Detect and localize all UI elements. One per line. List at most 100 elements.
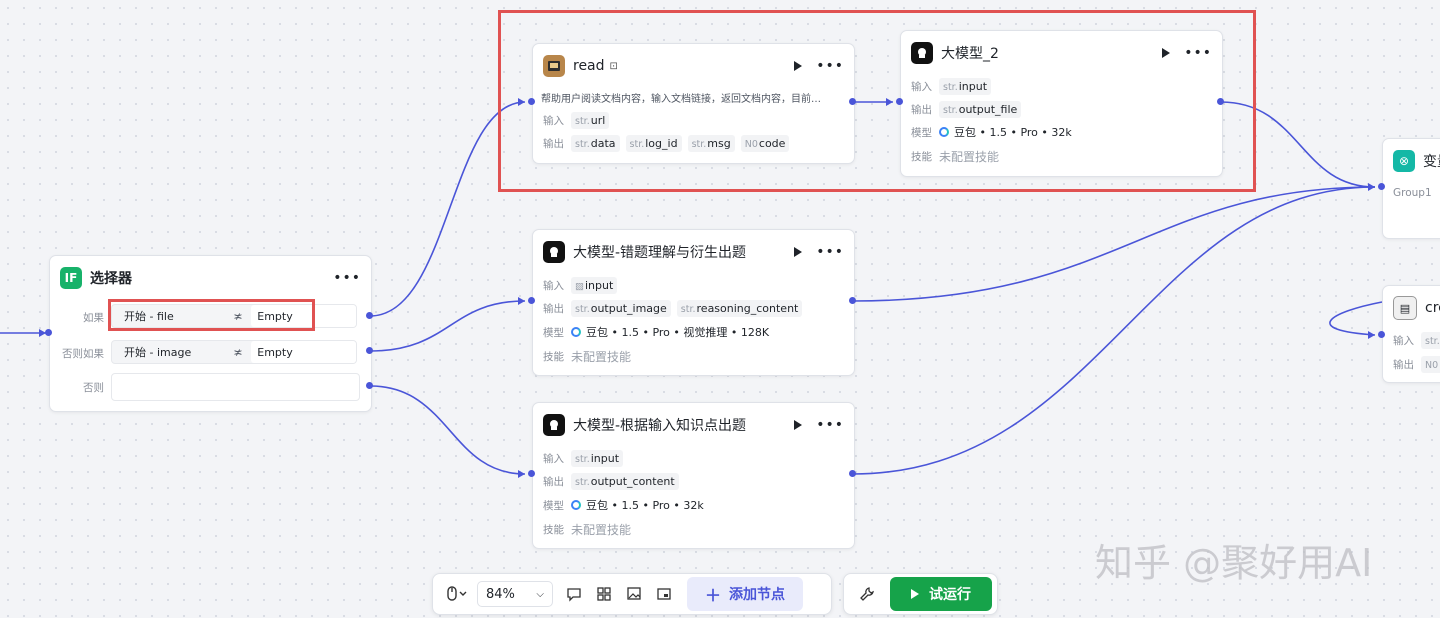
read-input-row: 输入 str.url [543,110,615,130]
cre-input-row: 输入 str. [1393,330,1440,350]
else-label: 否则 [83,382,104,394]
mouse-mode-button[interactable] [439,579,475,609]
condition-elseif[interactable]: 开始 - image ≭ Empty [111,340,357,364]
condition-else[interactable] [111,373,360,401]
not-equal-icon: ≭ [233,309,243,323]
play-icon[interactable] [1162,48,1171,58]
play-icon[interactable] [794,61,803,71]
else-output-port[interactable] [366,382,373,389]
play-icon[interactable] [794,420,803,430]
output-chip: str.output_image [571,299,671,317]
comment-button[interactable] [559,579,589,609]
model-label: 模型 [543,326,564,339]
add-node-button[interactable]: ＋ 添加节点 [687,577,803,611]
llm2-input-row: 输入 str.input [911,76,997,96]
plugin-badge-icon: ⊡ [609,60,618,72]
arrow-variable [1368,183,1375,191]
more-icon[interactable]: ••• [816,59,844,73]
model-value: 豆包 • 1.5 • Pro • 32k [954,126,1072,139]
output-chip: str.reasoning_content [676,299,803,317]
selector-node[interactable]: IF 选择器 ••• 如果 开始 - file ≭ Empty 否则如果 开始 … [49,255,372,412]
output-label: 输出 [911,103,932,116]
llm2-skill-row: 技能 未配置技能 [911,146,999,166]
skill-label: 技能 [543,523,564,536]
image-button[interactable] [619,579,649,609]
if-label: 如果 [83,312,104,324]
llm-knowledge-model-row: 模型 豆包 • 1.5 • Pro • 32k [543,495,704,515]
output-label: 输出 [543,475,564,488]
read-plugin-icon [543,55,565,77]
condition-lhs: 开始 - image [124,346,192,359]
input-chip: str.url [571,111,610,129]
input-label: 输入 [543,279,564,292]
cre-node[interactable]: ▤ cre 输入 str. 输出 N0 [1382,285,1440,383]
if-output-port[interactable] [366,312,373,319]
plus-icon: ＋ [704,586,721,605]
group-label: Group1 [1393,187,1432,199]
test-run-button[interactable]: 试运行 [890,577,992,611]
more-icon[interactable]: ••• [816,245,844,259]
minimap-button[interactable] [649,579,679,609]
llm2-node[interactable]: 大模型_2 ••• 输入 str.input 输出 str.output_fil… [900,30,1223,177]
llm2-input-port[interactable] [896,98,903,105]
arrow-read [518,98,525,106]
llm-icon [543,241,565,263]
layout-button[interactable] [589,579,619,609]
bottom-toolbar: 84% ⌵ ＋ 添加节点 [432,573,832,615]
llm-wrong-model-row: 模型 豆包 • 1.5 • Pro • 视觉推理 • 128K [543,322,769,342]
selector-input-port[interactable] [45,329,52,336]
llm-knowledge-output-port[interactable] [849,470,856,477]
wire-else-to-knowledge [369,385,526,475]
input-chip: str.input [571,449,624,467]
image-type-icon: ▨ [575,280,584,292]
cre-output-row: 输出 N0 [1393,354,1440,374]
play-icon[interactable] [794,247,803,257]
cre-plugin-icon: ▤ [1393,296,1417,320]
read-input-port[interactable] [528,98,535,105]
input-chip: str. [1421,331,1440,349]
condition-rhs: Empty [251,341,356,363]
run-toolbar: 试运行 [843,573,998,615]
llm-wrong-input-port[interactable] [528,297,535,304]
if-icon: IF [60,267,82,289]
debug-button[interactable] [852,579,882,609]
llm-icon [543,414,565,436]
cre-input-port[interactable] [1378,331,1385,338]
read-node[interactable]: read ⊡ ••• 帮助用户阅读文档内容，输入文档链接，返回文档内容，目前… … [532,43,855,164]
model-label: 模型 [543,499,564,512]
variable-node[interactable]: ⊗ 变量 Group1 [1382,138,1440,239]
more-icon[interactable]: ••• [816,418,844,432]
selector-title: 选择器 [90,271,132,287]
input-label: 输入 [1393,334,1414,347]
more-icon[interactable]: ••• [333,271,361,285]
play-icon [911,589,919,599]
variable-title: 变量 [1423,154,1440,170]
input-label: 输入 [543,114,564,127]
read-output-row: 输出 str.data str.log_id str.msg N0code [543,133,795,153]
llm-knowledge-title: 大模型-根据输入知识点出题 [573,418,747,434]
llm2-output-port[interactable] [1217,98,1224,105]
read-output-port[interactable] [849,98,856,105]
llm-wrong-output-port[interactable] [849,297,856,304]
arrow-cre [1368,331,1375,339]
condition-if[interactable]: 开始 - file ≭ Empty [111,304,357,328]
llm2-model-row: 模型 豆包 • 1.5 • Pro • 32k [911,122,1072,142]
output-label: 输出 [543,302,564,315]
more-icon[interactable]: ••• [1184,46,1212,60]
minimap-icon [657,588,671,600]
model-value: 豆包 • 1.5 • Pro • 视觉推理 • 128K [586,326,770,339]
image-edit-icon [627,587,641,600]
elseif-output-port[interactable] [366,347,373,354]
variable-input-port[interactable] [1378,183,1385,190]
llm-knowledge-input-row: 输入 str.input [543,448,629,468]
cre-title: cre [1425,300,1440,316]
output-chip: N0 [1421,355,1440,373]
llm-knowledge-input-port[interactable] [528,470,535,477]
zoom-select[interactable]: 84% ⌵ [477,581,553,607]
skill-label: 技能 [911,150,932,163]
llm-icon [911,42,933,64]
llm-knowledge-node[interactable]: 大模型-根据输入知识点出题 ••• 输入 str.input 输出 str.ou… [532,402,855,549]
llm2-output-row: 输出 str.output_file [911,99,1027,119]
doubao-icon [939,127,949,137]
llm-wrong-node[interactable]: 大模型-错题理解与衍生出题 ••• 输入 ▨input 输出 str.outpu… [532,229,855,376]
